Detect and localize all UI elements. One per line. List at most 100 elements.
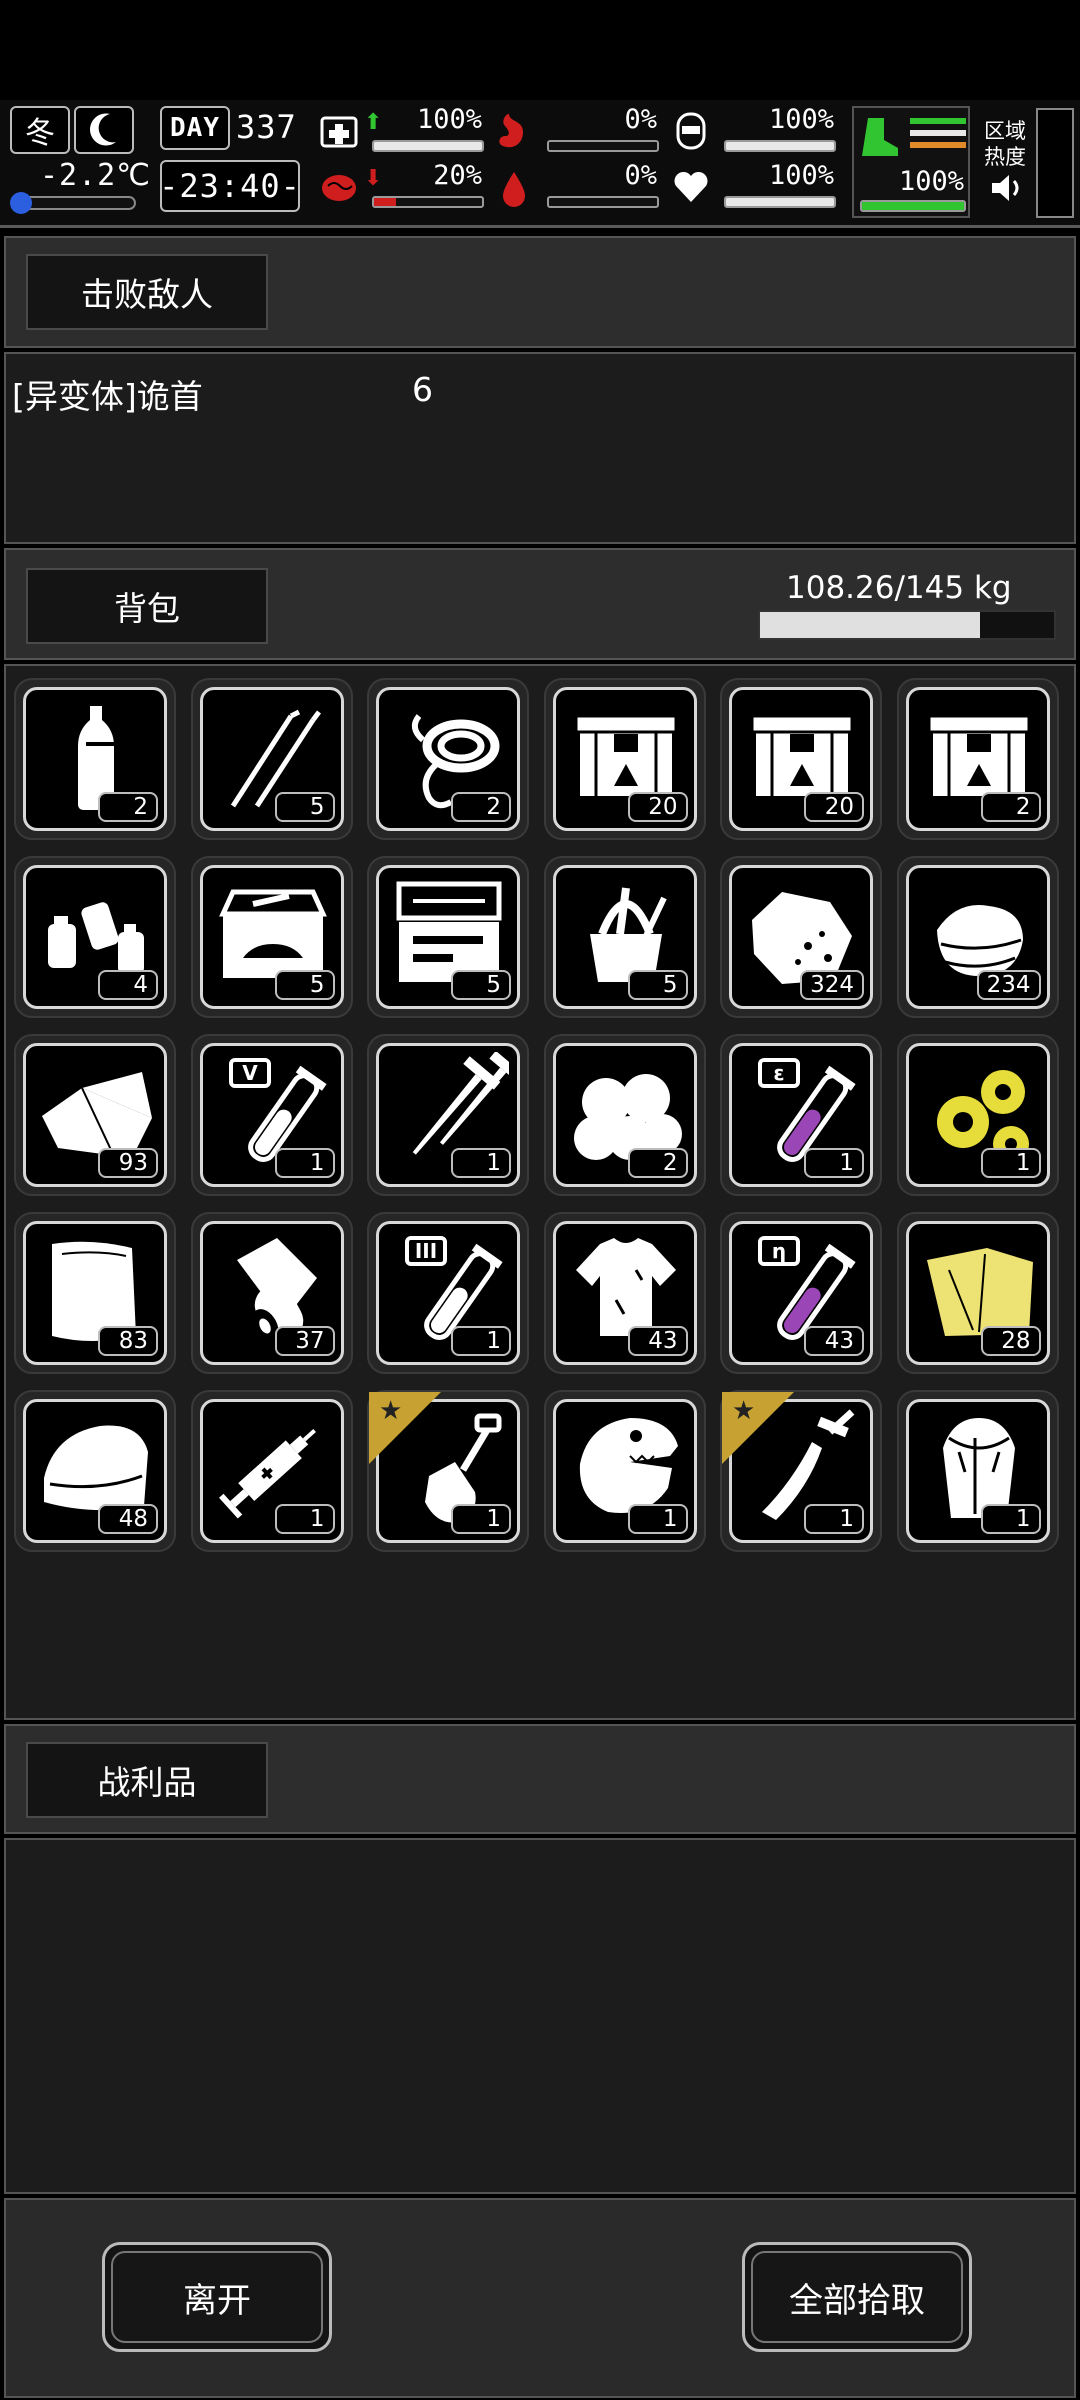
slot-frame: 5 xyxy=(552,865,697,1009)
day-label: DAY xyxy=(170,113,220,143)
speaker-icon[interactable] xyxy=(990,172,1026,204)
stat-value: 100% xyxy=(416,104,482,135)
inventory-slot[interactable]: 4 xyxy=(14,856,176,1018)
inventory-slot[interactable]: 2 xyxy=(14,678,176,840)
thermometer-icon xyxy=(10,192,32,214)
slot-frame: 2 xyxy=(905,687,1050,831)
slot-frame: 20 xyxy=(552,687,697,831)
inventory-slot[interactable]: 1 ★ xyxy=(367,1390,529,1552)
slot-frame: 1 xyxy=(905,1043,1050,1187)
inventory-slot[interactable]: 5 xyxy=(190,678,353,840)
slot-frame: 324 xyxy=(729,865,873,1009)
pick-all-label: 全部拾取 xyxy=(751,2251,963,2343)
inventory-slot[interactable]: 2 xyxy=(543,1034,706,1196)
temperature-readout: -2.2℃ xyxy=(40,158,151,193)
stat-thirst: 0% xyxy=(493,160,661,214)
slot-frame: 2 xyxy=(552,1043,697,1187)
star-badge-icon: ★ xyxy=(722,1392,794,1464)
stat-value: 0% xyxy=(624,104,657,135)
status-hud: 冬 -2.2℃ DAY 337 -23:40- ⬆ 100% 0% 100% ⬇ 20% 0… xyxy=(0,100,1080,228)
weight-bar xyxy=(758,610,1056,640)
slot-frame: 1 xyxy=(376,1043,520,1187)
stat-bar xyxy=(724,140,836,152)
inventory-slot[interactable]: 93 xyxy=(14,1034,176,1196)
slot-frame: 2 xyxy=(23,687,167,831)
item-count: 28 xyxy=(980,1326,1041,1356)
defeated-list: [异变体]诡首 6 xyxy=(4,352,1076,544)
inventory-slot[interactable]: 20 xyxy=(543,678,706,840)
inventory-slot[interactable]: 48 xyxy=(14,1390,176,1552)
item-count: 1 xyxy=(274,1504,335,1534)
inventory-slot[interactable]: 2 xyxy=(367,678,529,840)
item-count: 1 xyxy=(804,1148,864,1178)
slot-frame: 1 xyxy=(199,1399,344,1543)
star-badge-icon: ★ xyxy=(369,1392,441,1464)
slot-frame: 234 xyxy=(905,865,1050,1009)
slot-frame: 2 xyxy=(376,687,520,831)
inventory-slot[interactable]: 1 ★ xyxy=(720,1390,882,1552)
slot-frame: 4 xyxy=(23,865,167,1009)
leave-label: 离开 xyxy=(111,2251,323,2343)
inventory-slot[interactable]: 234 xyxy=(896,856,1059,1018)
inventory-slot[interactable]: 28 xyxy=(896,1212,1059,1374)
stamina-value: 100% xyxy=(898,166,964,197)
inventory-slot[interactable]: 2 xyxy=(896,678,1059,840)
stat-infection: ⬇ 20% xyxy=(318,160,486,214)
brain-icon xyxy=(322,175,356,201)
inventory-slot[interactable]: 83 xyxy=(14,1212,176,1374)
item-count: 37 xyxy=(274,1326,335,1356)
shield-helmet-icon xyxy=(676,112,706,150)
inventory-slot[interactable]: 5 xyxy=(367,856,529,1018)
pick-all-button[interactable]: 全部拾取 xyxy=(742,2242,972,2352)
item-count: 1 xyxy=(627,1504,688,1534)
first-aid-icon xyxy=(320,116,358,148)
item-count: 1 xyxy=(804,1504,864,1534)
inventory-slot[interactable]: 5 xyxy=(190,856,353,1018)
item-count: 1 xyxy=(980,1148,1041,1178)
clock-box: -23:40- xyxy=(159,160,300,212)
svg-text:η: η xyxy=(772,1239,786,1263)
svg-text:ε: ε xyxy=(773,1061,784,1085)
zone-heat-meter xyxy=(1036,108,1074,218)
svg-text:III: III xyxy=(415,1239,437,1263)
inventory-slot[interactable]: 1 xyxy=(896,1034,1059,1196)
blood-drop-icon xyxy=(503,172,525,207)
inventory-slot[interactable]: 1 xyxy=(367,1034,529,1196)
inventory-slot[interactable]: 1 xyxy=(896,1390,1059,1552)
slot-frame: η 43 xyxy=(729,1221,873,1365)
loot-area xyxy=(4,1838,1076,2194)
day-box: DAY xyxy=(160,106,230,150)
item-count: 5 xyxy=(274,792,335,822)
moon-icon xyxy=(74,106,134,154)
inventory-slot[interactable]: ε 1 xyxy=(720,1034,882,1196)
leave-button[interactable]: 离开 xyxy=(102,2242,332,2352)
slot-frame: 93 xyxy=(23,1043,167,1187)
item-count: 324 xyxy=(800,970,864,1000)
svg-text:V: V xyxy=(242,1061,258,1085)
inventory-slot[interactable]: 324 xyxy=(720,856,882,1018)
item-count: 5 xyxy=(627,970,688,1000)
season-box: 冬 xyxy=(10,106,70,154)
stat-value: 20% xyxy=(433,160,482,191)
stamina-bar xyxy=(860,200,966,212)
item-count: 1 xyxy=(451,1148,511,1178)
inventory-slot[interactable]: 1 xyxy=(190,1390,353,1552)
item-count: 48 xyxy=(98,1504,158,1534)
inventory-slot[interactable]: V 1 xyxy=(190,1034,353,1196)
inventory-slot[interactable]: III 1 xyxy=(367,1212,529,1374)
inventory-slot[interactable]: 5 xyxy=(543,856,706,1018)
inventory-slot[interactable]: 43 xyxy=(543,1212,706,1374)
inventory-slot[interactable]: 37 xyxy=(190,1212,353,1374)
slot-frame: 43 xyxy=(552,1221,697,1365)
heart-icon xyxy=(674,171,708,202)
stamina-panel: 100% xyxy=(852,106,970,218)
slot-frame: V 1 xyxy=(199,1043,344,1187)
stat-bar xyxy=(547,196,659,208)
slot-frame: 20 xyxy=(729,687,873,831)
inventory-slot[interactable]: 1 xyxy=(543,1390,706,1552)
item-count: 43 xyxy=(804,1326,864,1356)
inventory-slot[interactable]: 20 xyxy=(720,678,882,840)
slot-frame: 83 xyxy=(23,1221,167,1365)
inventory-slot[interactable]: η 43 xyxy=(720,1212,882,1374)
slot-frame: 5 xyxy=(199,687,344,831)
